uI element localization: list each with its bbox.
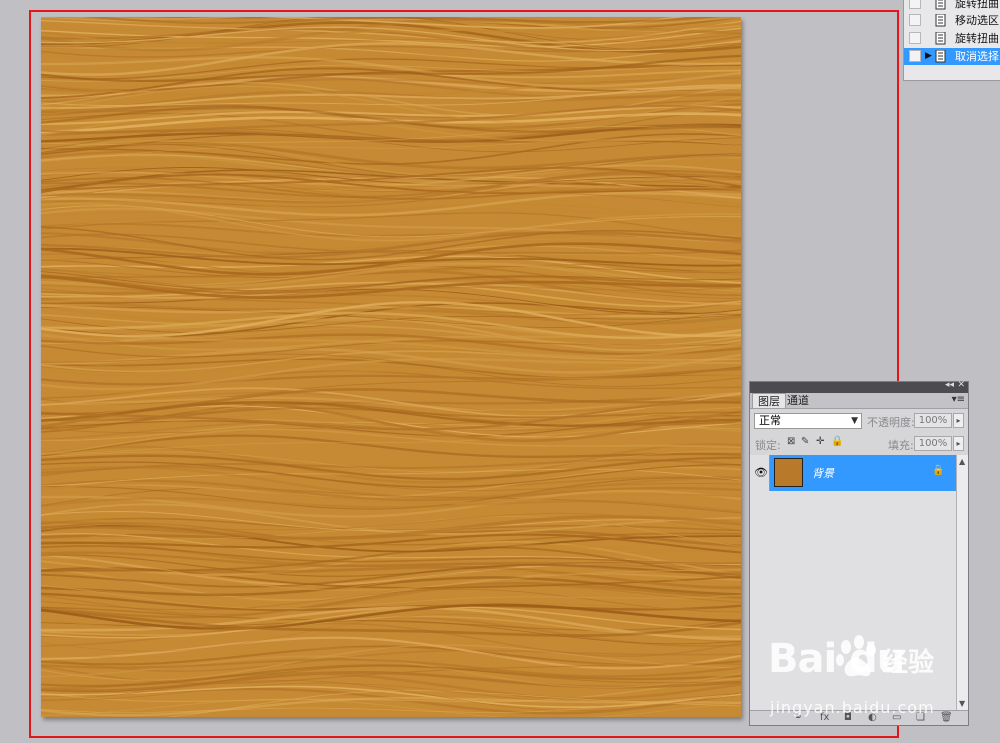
- lock-position-move-icon[interactable]: ✛: [816, 436, 824, 447]
- history-item-label: 旋转扭曲: [955, 32, 999, 45]
- history-item[interactable]: 移动选区: [904, 12, 1000, 29]
- history-item-label: 取消选择: [955, 50, 999, 63]
- chevron-down-icon: ▼: [851, 416, 858, 426]
- document-canvas[interactable]: [41, 17, 741, 717]
- layer-row-background[interactable]: 👁 背景 🔒: [750, 455, 956, 491]
- tab-channels[interactable]: 通道: [782, 393, 814, 408]
- wood-grain-line: [41, 124, 741, 142]
- fill-label: 填充:: [888, 439, 914, 452]
- blend-mode-value: 正常: [759, 414, 781, 427]
- close-icon[interactable]: ✕: [957, 380, 965, 390]
- opacity-label: 不透明度:: [867, 416, 915, 429]
- history-snapshot-checkbox[interactable]: [909, 0, 921, 9]
- lock-image-brush-icon[interactable]: ✎: [801, 436, 809, 447]
- lock-transparent-icon[interactable]: ⊠: [787, 436, 795, 447]
- history-state-icon: [935, 32, 946, 45]
- lock-all-icon[interactable]: 🔒: [831, 436, 843, 447]
- new-layer-icon[interactable]: ❏: [916, 712, 925, 723]
- lock-row: 锁定: ⊠ ✎ ✛ 🔒 填充: 100% ▸: [750, 433, 968, 453]
- layer-lock-icon: 🔒: [932, 465, 945, 476]
- collapse-icon[interactable]: ◂◂: [945, 380, 954, 390]
- layer-style-fx-icon[interactable]: fx: [820, 712, 829, 723]
- wood-texture-image: [41, 17, 741, 717]
- fill-input[interactable]: 100%: [914, 436, 952, 451]
- history-item[interactable]: 旋转扭曲: [904, 0, 1000, 12]
- scroll-up-icon[interactable]: ▲: [959, 457, 965, 466]
- history-item[interactable]: 旋转扭曲: [904, 30, 1000, 47]
- layers-bottom-toolbar: ⚭ fx ◘ ◐ ▭ ❏ 🗑: [750, 710, 968, 725]
- link-layers-icon[interactable]: ⚭: [794, 712, 802, 723]
- blend-mode-select[interactable]: 正常 ▼: [754, 413, 862, 429]
- panel-menu-icon[interactable]: ▾≡: [952, 394, 965, 405]
- history-state-marker-icon: ▶: [925, 51, 932, 61]
- layer-list: 👁 背景 🔒: [750, 455, 956, 710]
- add-mask-icon[interactable]: ◘: [844, 712, 852, 723]
- panel-titlebar[interactable]: ◂◂ ✕: [750, 380, 968, 393]
- history-item-active[interactable]: ▶ 取消选择: [904, 48, 1000, 65]
- history-snapshot-checkbox[interactable]: [909, 32, 921, 44]
- history-item-label: 移动选区: [955, 14, 999, 27]
- history-panel: 旋转扭曲 移动选区 旋转扭曲 ▶ 取消选择: [903, 0, 1000, 81]
- history-snapshot-checkbox[interactable]: [909, 50, 921, 62]
- history-snapshot-checkbox[interactable]: [909, 14, 921, 26]
- layers-panel: ◂◂ ✕ 图层 通道 ▾≡ 正常 ▼ 不透明度: 100% ▸ 锁定: ⊠ ✎ …: [749, 380, 969, 726]
- layer-name[interactable]: 背景: [812, 465, 834, 481]
- panel-tabs: 图层 通道 ▾≡: [750, 393, 968, 409]
- opacity-slider-button[interactable]: ▸: [953, 413, 964, 428]
- blend-row: 正常 ▼ 不透明度: 100% ▸: [750, 409, 968, 433]
- history-state-icon: [935, 0, 946, 10]
- history-state-icon: [935, 50, 946, 63]
- lock-label: 锁定:: [755, 439, 781, 452]
- wood-grain-line: [41, 567, 741, 602]
- tab-layers[interactable]: 图层: [752, 393, 786, 408]
- opacity-input[interactable]: 100%: [914, 413, 952, 428]
- new-group-icon[interactable]: ▭: [892, 712, 901, 723]
- history-item-label: 旋转扭曲: [955, 0, 999, 10]
- delete-layer-icon[interactable]: 🗑: [940, 712, 953, 723]
- fill-slider-button[interactable]: ▸: [953, 436, 964, 451]
- layer-list-scrollbar[interactable]: ▲ ▼: [956, 455, 968, 710]
- layer-visibility-toggle[interactable]: 👁: [750, 455, 770, 491]
- layer-thumbnail: [774, 458, 803, 487]
- eye-icon: 👁: [754, 466, 768, 479]
- history-state-icon: [935, 14, 946, 27]
- scroll-down-icon[interactable]: ▼: [959, 699, 965, 708]
- adjustment-layer-icon[interactable]: ◐: [868, 712, 877, 723]
